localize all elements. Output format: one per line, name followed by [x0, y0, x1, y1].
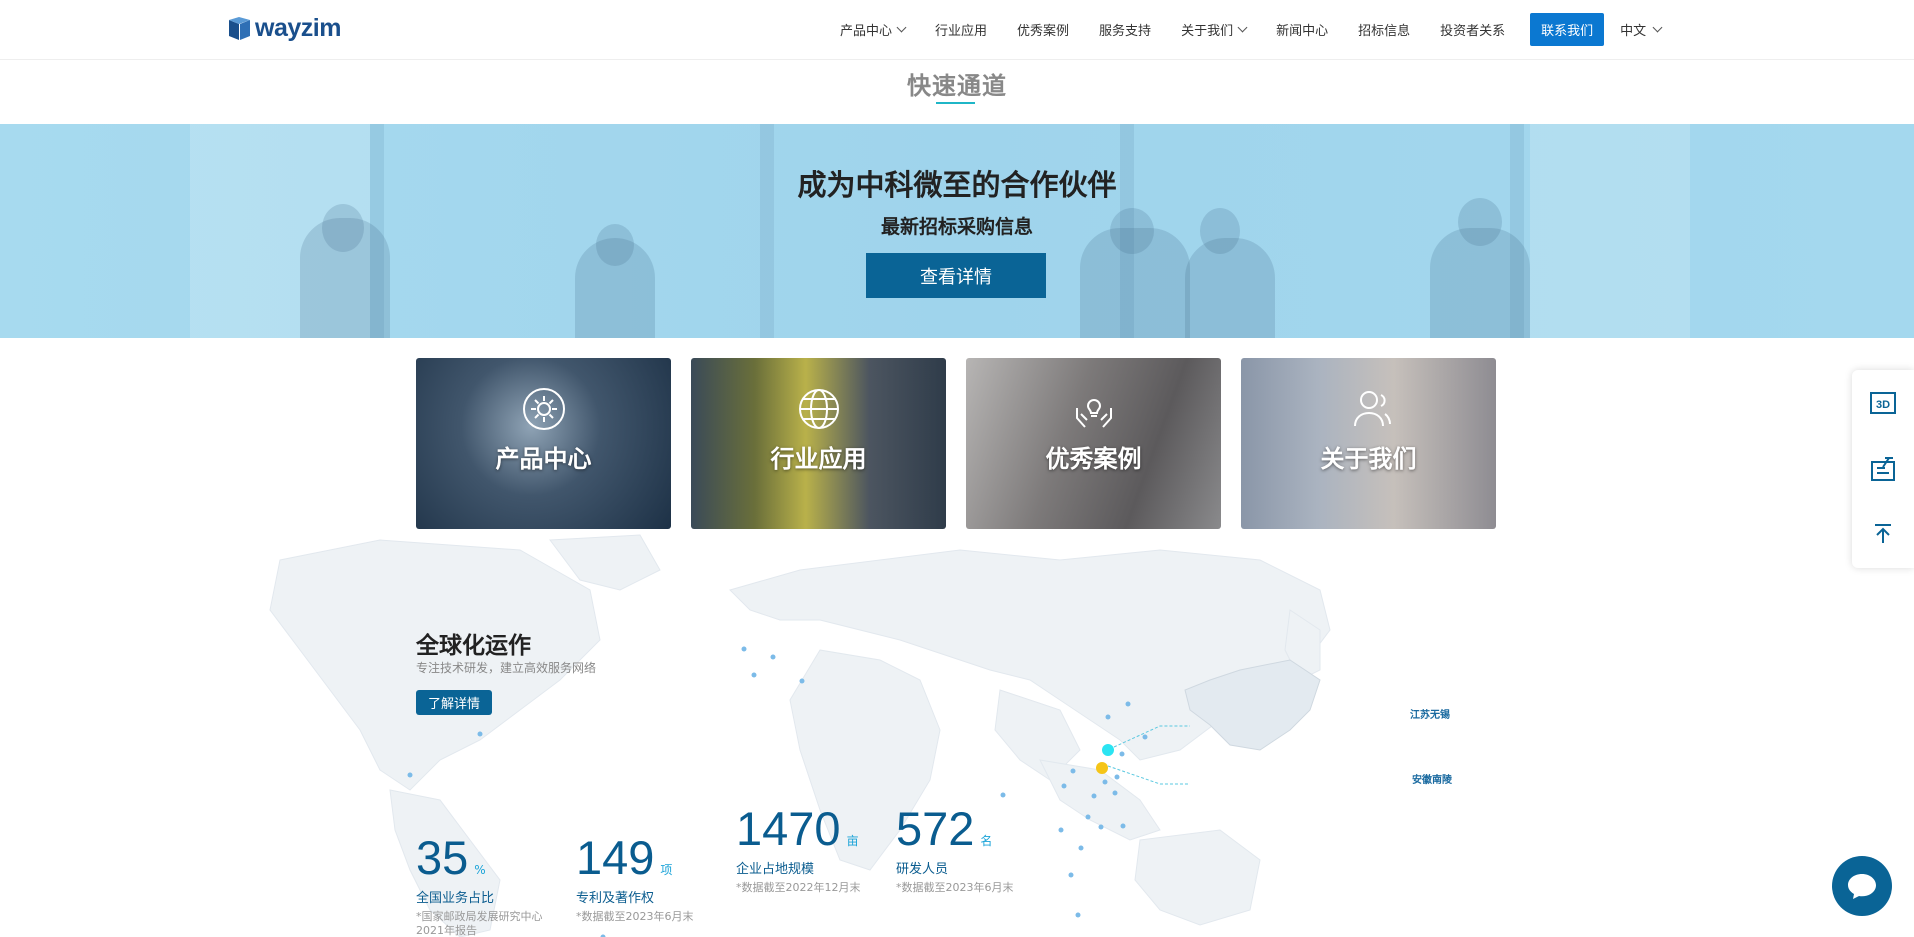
map-label-nanling: 安徽南陵	[1412, 775, 1452, 786]
3d-icon: 3D	[1870, 392, 1896, 414]
global-title: 全球化运作	[416, 633, 531, 659]
side-toolbar: 3D	[1852, 370, 1914, 568]
nav-industry[interactable]: 行业应用	[935, 20, 987, 39]
nav-label: 行业应用	[935, 23, 988, 39]
nav-products[interactable]: 产品中心	[840, 20, 907, 39]
stat-label: 专利及著作权	[576, 891, 655, 906]
lightbulb-hands-icon	[1075, 399, 1112, 428]
view-details-button[interactable]: 查看详情	[866, 253, 1046, 298]
nav-cases[interactable]: 优秀案例	[1017, 20, 1069, 39]
card-label: 行业应用	[770, 445, 867, 473]
stat-label: 全国业务占比	[416, 891, 495, 906]
nav-label: 新闻中心	[1276, 23, 1329, 39]
card-industry[interactable]: 行业应用	[691, 358, 946, 529]
section-title: 快速通道	[907, 72, 1007, 100]
side-form-button[interactable]	[1868, 454, 1898, 484]
nav-label: 关于我们	[1181, 23, 1234, 39]
stat-patents: 149 项 专利及著作权 *数据截至2023年6月末	[576, 834, 694, 924]
logo-mark-icon	[229, 16, 250, 40]
chevron-down-icon	[896, 22, 907, 32]
card-label: 产品中心	[495, 445, 592, 473]
stat-label: 企业占地规模	[736, 862, 815, 877]
globe-icon	[798, 389, 839, 429]
stat-unit: %	[474, 863, 486, 877]
nav-label: 投资者关系	[1440, 23, 1506, 39]
stat-label: 研发人员	[896, 862, 949, 877]
learn-more-button[interactable]: 了解详情	[416, 690, 492, 715]
main-nav: 产品中心 行业应用 优秀案例 服务支持 关于我们 新闻中心 招标信息 投资者关系…	[840, 0, 1663, 58]
map-label-wuxi: 江苏无锡	[1410, 710, 1450, 721]
page: wayzim 产品中心 行业应用 优秀案例 服务支持 关于我们 新闻中心 招标信…	[0, 0, 1914, 937]
chevron-down-icon	[1652, 22, 1663, 32]
card-about[interactable]: 关于我们	[1241, 358, 1496, 529]
stat-unit: 名	[980, 834, 993, 848]
stat-note: *数据截至2022年12月末	[736, 881, 861, 894]
logo[interactable]: wayzim	[229, 14, 341, 43]
chevron-down-icon	[1237, 22, 1248, 32]
nav-about[interactable]: 关于我们	[1181, 20, 1248, 39]
stat-note: *国家邮政局发展研究中心2021年报告	[416, 910, 543, 937]
stat-unit: 亩	[846, 834, 859, 848]
stat-value: 572	[896, 802, 975, 855]
nav-investors[interactable]: 投资者关系	[1440, 20, 1505, 39]
banner-title: 成为中科微至的合作伙伴	[797, 168, 1117, 202]
nav-news[interactable]: 新闻中心	[1276, 20, 1328, 39]
stat-note: *数据截至2023年6月末	[896, 881, 1014, 894]
chat-bubble-icon	[1848, 874, 1876, 899]
card-label: 优秀案例	[1045, 445, 1142, 473]
stat-market-share: 35% 全国业务占比 *国家邮政局发展研究中心2021年报告	[416, 834, 566, 937]
back-to-top-icon	[1875, 524, 1891, 543]
stat-rd-staff: 572 名 研发人员 *数据截至2023年6月末	[896, 805, 1014, 895]
site-header: wayzim 产品中心 行业应用 优秀案例 服务支持 关于我们 新闻中心 招标信…	[0, 0, 1914, 60]
nav-label: 服务支持	[1099, 23, 1152, 39]
chat-button[interactable]	[1832, 856, 1892, 916]
back-to-top-button[interactable]	[1868, 518, 1898, 548]
nav-label: 招标信息	[1358, 23, 1411, 39]
nav-tender[interactable]: 招标信息	[1358, 20, 1410, 39]
stat-land-area: 1470 亩 企业占地规模 *数据截至2022年12月末	[736, 805, 861, 895]
card-products[interactable]: 产品中心	[416, 358, 671, 529]
nav-label: 优秀案例	[1017, 23, 1070, 39]
logo-text: wayzim	[255, 14, 341, 42]
card-label: 关于我们	[1320, 445, 1417, 473]
side-3d-button[interactable]: 3D	[1868, 388, 1898, 418]
stat-unit: 项	[660, 863, 673, 877]
gear-icon	[522, 388, 565, 430]
nav-label: 产品中心	[840, 23, 893, 39]
global-subtitle: 专注技术研发，建立高效服务网络	[416, 661, 597, 675]
svg-text:3D: 3D	[1876, 399, 1890, 411]
edit-form-icon	[1871, 457, 1895, 481]
card-cases[interactable]: 优秀案例	[966, 358, 1221, 529]
banner-bg-person	[1185, 238, 1275, 338]
nav-support[interactable]: 服务支持	[1099, 20, 1151, 39]
title-underline	[936, 102, 975, 104]
stat-value: 35	[416, 831, 469, 884]
partner-banner: 成为中科微至的合作伙伴 最新招标采购信息 查看详情	[0, 124, 1914, 338]
stat-value: 149	[576, 831, 655, 884]
stat-note: *数据截至2023年6月末	[576, 910, 694, 923]
banner-subtitle: 最新招标采购信息	[880, 216, 1033, 238]
language-label: 中文	[1620, 23, 1647, 39]
language-select[interactable]: 中文	[1620, 20, 1663, 39]
users-icon	[1353, 391, 1391, 427]
contact-us-button[interactable]: 联系我们	[1530, 12, 1605, 46]
stat-value: 1470	[736, 802, 841, 855]
